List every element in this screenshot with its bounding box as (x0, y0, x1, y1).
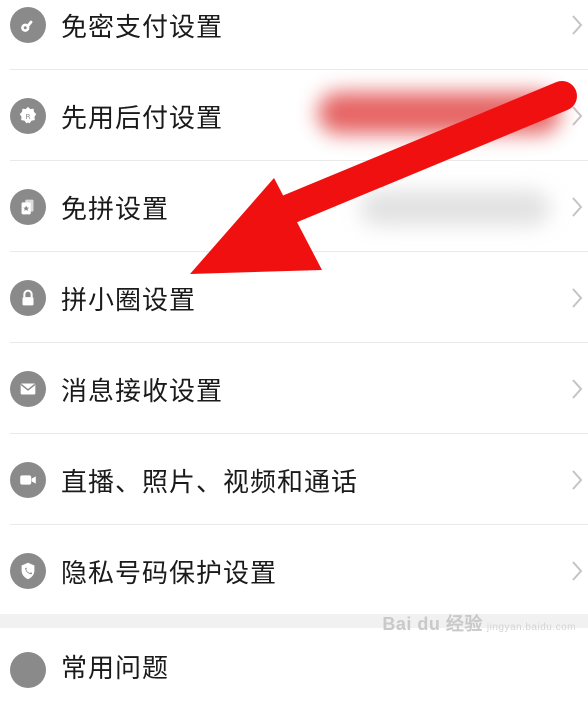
shield-phone-icon (10, 553, 46, 589)
redacted-info (360, 190, 550, 226)
setting-label: 免拼设置 (61, 194, 170, 225)
chevron-right-icon (572, 15, 583, 35)
svg-text:R: R (25, 112, 30, 121)
key-icon (10, 7, 46, 43)
divider (10, 69, 588, 70)
chevron-right-icon (572, 197, 583, 217)
setting-row-privacy-number[interactable]: 隐私号码保护设置 (0, 526, 588, 616)
setting-row-password-free-pay[interactable]: 免密支付设置 (0, 0, 588, 70)
setting-label: 先用后付设置 (61, 103, 224, 134)
divider (10, 251, 588, 252)
setting-label: 隐私号码保护设置 (61, 558, 278, 589)
divider (10, 524, 588, 525)
watermark-text: Bai du 经验 (382, 614, 483, 634)
setting-row-live-photo-video-call[interactable]: 直播、照片、视频和通话 (0, 435, 588, 525)
setting-label: 直播、照片、视频和通话 (61, 467, 359, 498)
divider (10, 160, 588, 161)
setting-label: 消息接收设置 (61, 376, 224, 407)
redacted-info (318, 92, 560, 134)
lock-icon (10, 280, 46, 316)
chevron-right-icon (572, 470, 583, 490)
watermark: Bai du 经验 jingyan.baidu.com (382, 610, 576, 636)
divider (10, 433, 588, 434)
watermark-sub: jingyan.baidu.com (486, 622, 576, 633)
video-icon (10, 462, 46, 498)
chevron-right-icon (572, 379, 583, 399)
chevron-right-icon (572, 288, 583, 308)
badge-icon: R (10, 98, 46, 134)
setting-row-faq[interactable]: 常用问题 (0, 628, 588, 718)
chevron-right-icon (572, 106, 583, 126)
cards-icon (10, 189, 46, 225)
setting-label: 常用问题 (61, 654, 170, 684)
setting-row-message-receive[interactable]: 消息接收设置 (0, 344, 588, 434)
setting-label: 免密支付设置 (61, 12, 224, 43)
help-icon (10, 652, 46, 688)
chevron-right-icon (572, 561, 583, 581)
divider (10, 342, 588, 343)
mail-icon (10, 371, 46, 407)
setting-label: 拼小圈设置 (61, 285, 197, 316)
setting-row-group-circle[interactable]: 拼小圈设置 (0, 253, 588, 343)
